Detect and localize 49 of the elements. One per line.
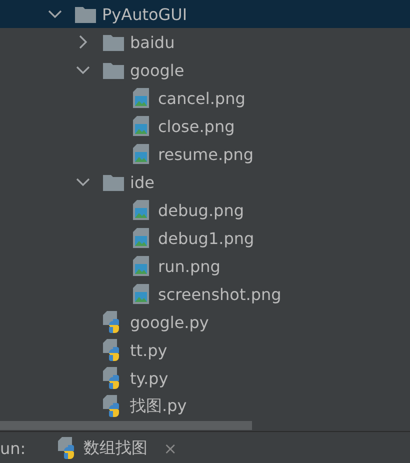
image-file-icon bbox=[133, 284, 149, 304]
folder-icon bbox=[102, 34, 124, 50]
item-label: run.png bbox=[158, 256, 220, 276]
folder-icon bbox=[102, 174, 124, 190]
tree-item[interactable]: tt.py bbox=[0, 336, 410, 364]
item-label: ty.py bbox=[130, 368, 168, 388]
item-label: google bbox=[130, 60, 184, 80]
item-label: debug.png bbox=[158, 200, 244, 220]
tree-item[interactable]: screenshot.png bbox=[0, 280, 410, 308]
image-file-icon bbox=[133, 144, 149, 164]
tree-item[interactable]: close.png bbox=[0, 112, 410, 140]
tree-item[interactable]: ty.py bbox=[0, 364, 410, 392]
item-label: screenshot.png bbox=[158, 284, 282, 304]
tree-item[interactable]: debug1.png bbox=[0, 224, 410, 252]
image-file-icon bbox=[133, 116, 149, 136]
tree-item[interactable]: debug.png bbox=[0, 196, 410, 224]
item-label: baidu bbox=[130, 32, 175, 52]
item-label: debug1.png bbox=[158, 228, 254, 248]
item-label: tt.py bbox=[130, 340, 168, 360]
folder-icon bbox=[102, 62, 124, 78]
run-label: un: bbox=[0, 438, 26, 458]
tree-item[interactable]: cancel.png bbox=[0, 84, 410, 112]
run-tab[interactable]: 数组找图 × bbox=[58, 437, 178, 459]
chevron-down-icon[interactable] bbox=[76, 178, 90, 186]
item-label: 找图.py bbox=[130, 396, 187, 416]
item-label: close.png bbox=[158, 116, 235, 136]
tree-item[interactable]: run.png bbox=[0, 252, 410, 280]
tree-item[interactable]: PyAutoGUI bbox=[0, 0, 410, 28]
tree-item[interactable]: google bbox=[0, 56, 410, 84]
image-file-icon bbox=[133, 200, 149, 220]
chevron-down-icon[interactable] bbox=[48, 10, 62, 18]
tree-item[interactable]: 找图.py bbox=[0, 392, 410, 420]
item-label: ide bbox=[130, 172, 154, 192]
chevron-down-icon[interactable] bbox=[76, 66, 90, 74]
item-label: PyAutoGUI bbox=[102, 4, 188, 24]
chevron-right-icon[interactable] bbox=[78, 35, 88, 49]
item-label: google.py bbox=[130, 312, 209, 332]
tree-item[interactable]: google.py bbox=[0, 308, 410, 336]
close-icon[interactable]: × bbox=[164, 438, 178, 458]
scrollbar-thumb[interactable] bbox=[0, 421, 252, 430]
image-file-icon bbox=[133, 256, 149, 276]
tree-item[interactable]: resume.png bbox=[0, 140, 410, 168]
item-label: resume.png bbox=[158, 144, 254, 164]
image-file-icon bbox=[133, 88, 149, 108]
item-label: cancel.png bbox=[158, 88, 246, 108]
folder-icon bbox=[74, 6, 96, 22]
tree-item[interactable]: ide bbox=[0, 168, 410, 196]
tree-item[interactable]: baidu bbox=[0, 28, 410, 56]
image-file-icon bbox=[133, 228, 149, 248]
